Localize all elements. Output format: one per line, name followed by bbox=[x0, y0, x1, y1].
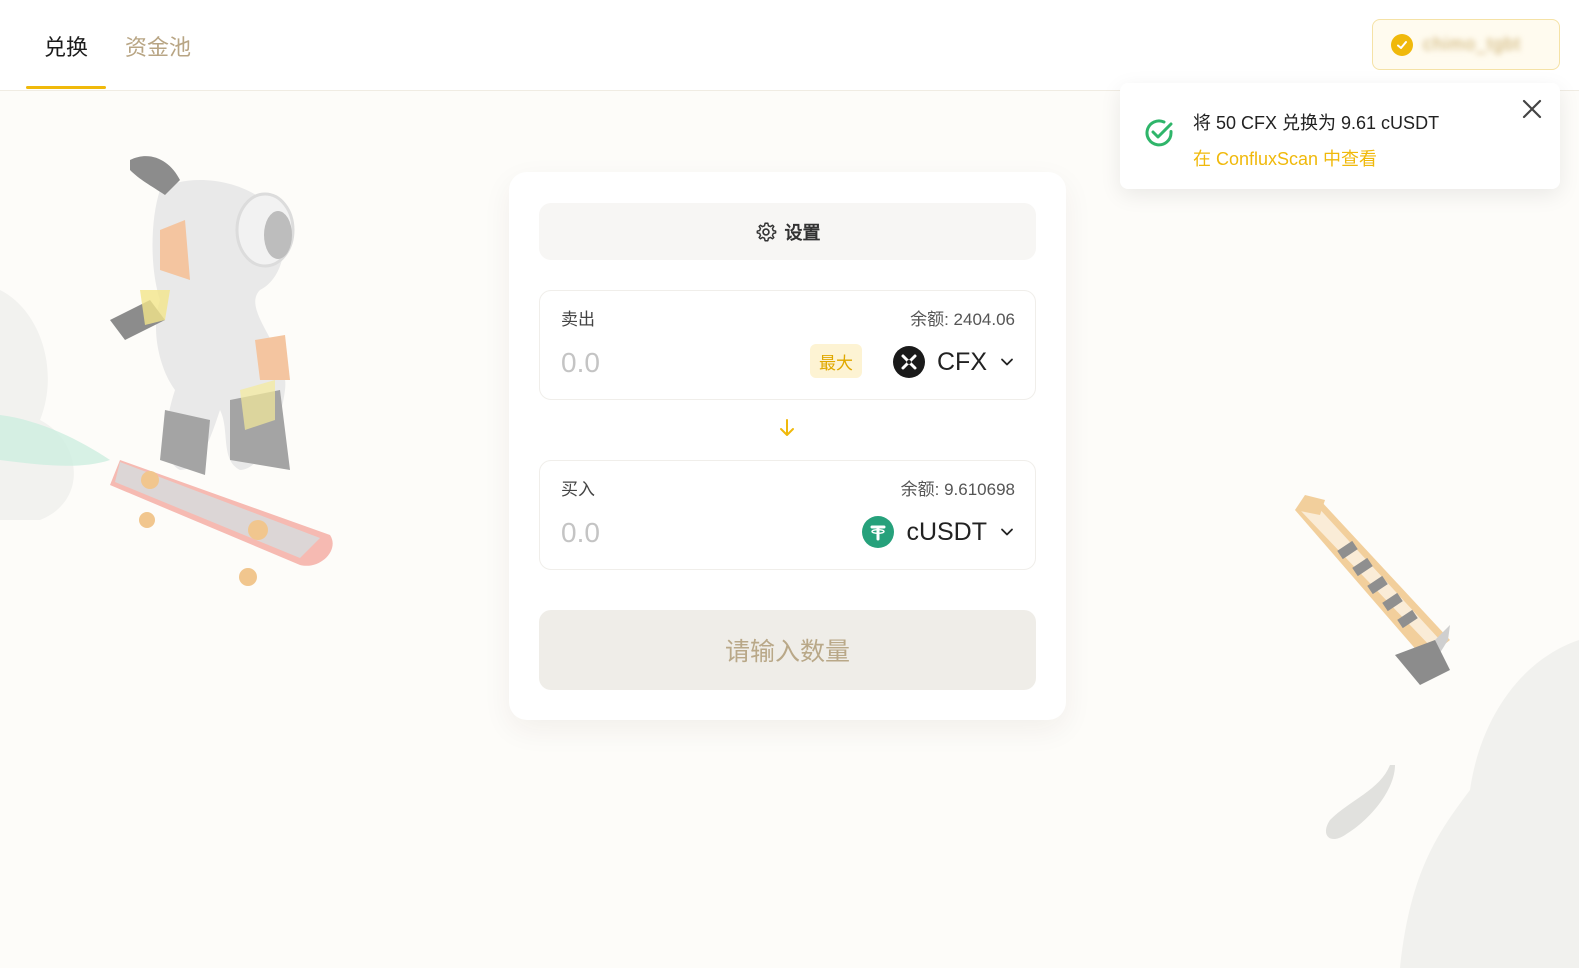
view-on-confluxscan-link[interactable]: 在 ConfluxScan 中查看 bbox=[1193, 145, 1377, 171]
gear-icon bbox=[756, 222, 776, 241]
check-circle-icon bbox=[1391, 33, 1413, 56]
transaction-toast: 将 50 CFX 兑换为 9.61 cUSDT 在 ConfluxScan 中查… bbox=[1120, 83, 1560, 189]
active-tab-indicator bbox=[26, 86, 106, 89]
buy-token-name: cUSDT bbox=[906, 517, 987, 546]
swap-direction-arrow-icon[interactable] bbox=[777, 417, 797, 439]
settings-label: 设置 bbox=[784, 222, 821, 243]
buy-balance: 余额: 9.610698 bbox=[900, 480, 1015, 499]
toast-message: 将 50 CFX 兑换为 9.61 cUSDT bbox=[1193, 113, 1440, 133]
tab-swap[interactable]: 兑换 bbox=[44, 30, 88, 62]
sell-label: 卖出 bbox=[561, 310, 595, 329]
swap-card: 设置 卖出 余额: 2404.06 最大 CFX 买入 余额: 9.610698… bbox=[509, 172, 1066, 720]
buy-label: 买入 bbox=[561, 480, 595, 499]
rocket-illustration bbox=[1295, 495, 1579, 968]
astronaut-skateboard-illustration bbox=[0, 156, 333, 586]
buy-token-select[interactable]: cUSDT bbox=[862, 513, 1015, 551]
buy-panel: 买入 余额: 9.610698 cUSDT bbox=[539, 460, 1036, 570]
tab-pool[interactable]: 资金池 bbox=[125, 30, 191, 62]
success-check-icon bbox=[1145, 119, 1173, 147]
close-icon[interactable] bbox=[1521, 98, 1543, 120]
cfx-token-icon bbox=[893, 346, 925, 378]
chevron-down-icon bbox=[1001, 528, 1013, 536]
sell-balance: 余额: 2404.06 bbox=[910, 310, 1015, 329]
chevron-down-icon bbox=[1001, 358, 1013, 366]
top-nav: 兑换 资金池 chimo_tgbt bbox=[0, 0, 1579, 91]
wallet-button[interactable]: chimo_tgbt bbox=[1372, 19, 1560, 70]
sell-amount-input[interactable] bbox=[561, 343, 761, 383]
max-button[interactable]: 最大 bbox=[810, 344, 862, 378]
sell-panel: 卖出 余额: 2404.06 最大 CFX bbox=[539, 290, 1036, 400]
enter-amount-button[interactable]: 请输入数量 bbox=[539, 610, 1036, 690]
sell-token-select[interactable]: CFX bbox=[893, 343, 1015, 381]
sell-token-name: CFX bbox=[937, 347, 987, 376]
buy-amount-input[interactable] bbox=[561, 513, 761, 553]
settings-button[interactable]: 设置 bbox=[539, 203, 1036, 260]
usdt-token-icon bbox=[862, 516, 895, 548]
wallet-address: chimo_tgbt bbox=[1423, 34, 1522, 54]
